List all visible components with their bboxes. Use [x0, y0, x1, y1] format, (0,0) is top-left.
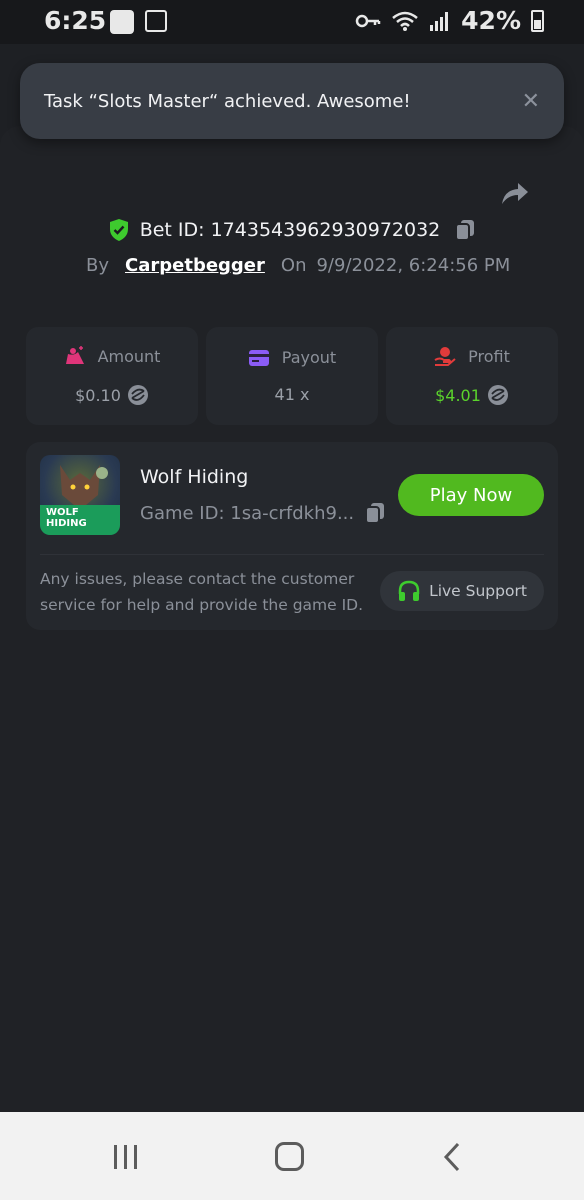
payout-label: Payout: [281, 348, 337, 367]
status-right: 42%: [355, 6, 544, 35]
amount-label: Amount: [97, 346, 161, 366]
amount-value: $0.10: [75, 385, 121, 405]
shield-check-icon: [109, 219, 128, 241]
achievement-toast: Task “Slots Master“ achieved. Awesome! ✕: [20, 63, 564, 139]
amount-value-row: $0.10: [75, 384, 149, 406]
game-id-row: Game ID: 1sa-crfdkh9...: [140, 501, 386, 525]
divider: [40, 554, 544, 555]
live-support-button[interactable]: Live Support: [380, 571, 544, 611]
bet-stats: Amount $0.10 Payout 41 x Profit $4.01: [26, 327, 558, 425]
game-title: Wolf Hiding: [140, 466, 249, 488]
bet-date: 9/9/2022, 6:24:56 PM: [316, 255, 511, 276]
system-nav-bar: [0, 1112, 584, 1200]
profit-value: $4.01: [435, 385, 481, 405]
game-id: Game ID: 1sa-crfdkh9...: [140, 502, 355, 524]
back-icon[interactable]: [440, 1142, 464, 1172]
live-support-label: Live Support: [429, 582, 527, 600]
recents-icon[interactable]: [112, 1145, 140, 1169]
on-label: On: [280, 255, 307, 276]
payout-value: 41 x: [274, 385, 310, 404]
play-now-button[interactable]: Play Now: [398, 474, 544, 516]
support-hint-text: Any issues, please contact the customer …: [40, 570, 364, 614]
home-icon[interactable]: [275, 1142, 304, 1171]
wifi-icon: [392, 11, 418, 31]
payout-card: Payout 41 x: [206, 327, 378, 425]
signal-icon: [430, 11, 449, 31]
thumbnail-logo-text: WOLF HIDING: [46, 507, 87, 529]
profit-hand-icon: [434, 347, 456, 366]
battery-level: 42%: [461, 6, 521, 35]
bet-meta-row: By Carpetbegger On 9/9/2022, 6:24:56 PM: [86, 255, 510, 276]
profit-header: Profit: [434, 346, 510, 366]
profit-value-row: $4.01: [435, 384, 509, 406]
by-label: By: [86, 255, 110, 276]
share-icon[interactable]: [500, 178, 530, 208]
toast-message: Task “Slots Master“ achieved. Awesome!: [44, 90, 411, 112]
amount-header: Amount: [64, 346, 161, 366]
bettor-username-link[interactable]: Carpetbegger: [125, 255, 265, 276]
game-card: WOLF HIDING Wolf Hiding Game ID: 1sa-crfd…: [26, 442, 558, 630]
copy-icon[interactable]: [454, 218, 476, 242]
gallery-notification-icon: [145, 10, 167, 32]
status-time: 6:25: [44, 6, 107, 35]
payout-value-row: 41 x: [275, 385, 310, 404]
profit-label: Profit: [468, 346, 510, 366]
close-icon[interactable]: ✕: [522, 89, 540, 114]
game-thumbnail[interactable]: WOLF HIDING: [40, 455, 120, 535]
battery-icon: [531, 9, 544, 32]
bet-amount-icon: [65, 346, 84, 364]
coin-icon: [487, 385, 508, 405]
card-payout-icon: [248, 349, 269, 366]
profit-card: Profit $4.01: [386, 327, 558, 425]
bet-id-row: Bet ID: 1743543962930972032: [0, 218, 584, 242]
app-notification-icon: [110, 10, 134, 34]
bet-id: Bet ID: 1743543962930972032: [139, 219, 441, 241]
amount-card: Amount $0.10: [26, 327, 198, 425]
payout-header: Payout: [248, 348, 336, 367]
coin-icon: [127, 385, 148, 405]
headset-icon: [398, 580, 420, 601]
vpn-key-icon: [355, 14, 381, 27]
status-bar: 6:25 42%: [0, 0, 584, 44]
copy-icon[interactable]: [364, 501, 386, 525]
